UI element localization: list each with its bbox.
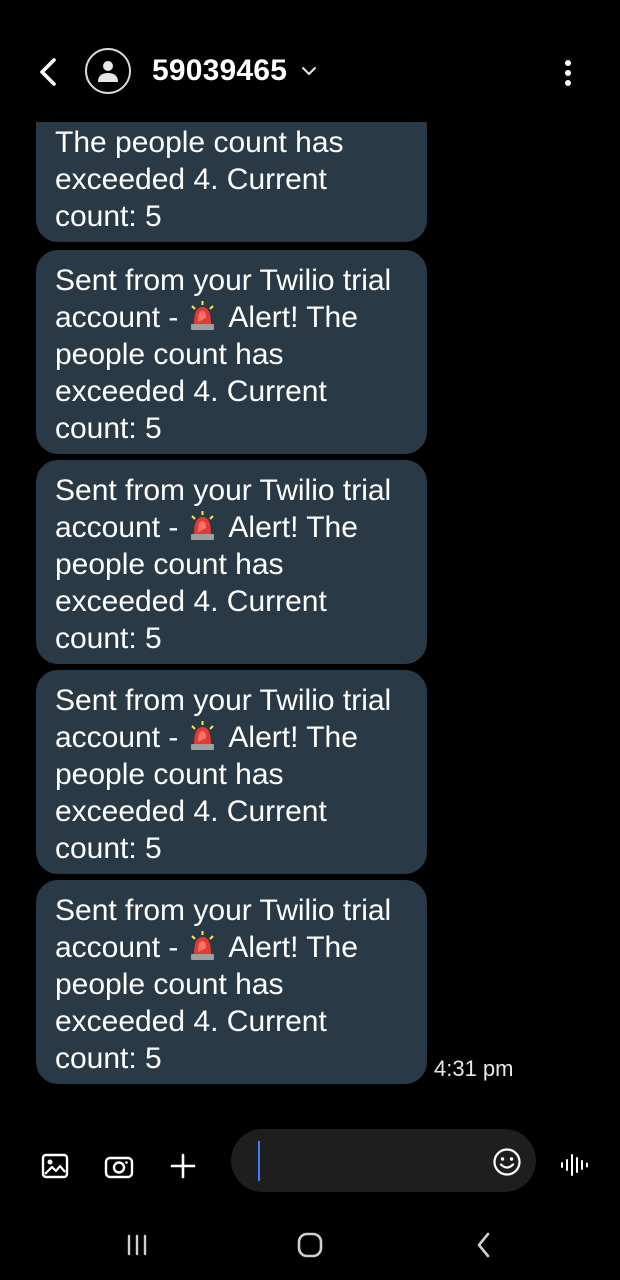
message-bubble[interactable]: Sent from your Twilio trial account - Al…: [36, 250, 427, 454]
message-list[interactable]: The people count has exceeded 4. Current…: [0, 122, 620, 1112]
text-cursor: [258, 1141, 260, 1181]
siren-emoji-icon: [187, 720, 218, 752]
home-icon: [297, 1232, 323, 1258]
emoji-icon: [493, 1148, 521, 1176]
voice-record-button[interactable]: [558, 1148, 592, 1182]
back-icon: [477, 1232, 490, 1258]
gallery-icon: [41, 1153, 69, 1179]
message-bubble[interactable]: Sent from your Twilio trial account - Al…: [36, 670, 427, 874]
camera-icon: [104, 1156, 134, 1179]
conversation-header: 59039465: [0, 0, 620, 122]
system-navigation-bar: [0, 1207, 620, 1280]
message-input[interactable]: [231, 1129, 536, 1192]
back-button[interactable]: [28, 52, 68, 92]
contact-name: 59039465: [152, 54, 288, 87]
camera-button[interactable]: [101, 1148, 137, 1184]
message-bubble[interactable]: Sent from your Twilio trial account - Al…: [36, 880, 427, 1084]
add-attachment-button[interactable]: [165, 1148, 201, 1184]
voice-icon: [561, 1154, 588, 1176]
home-button[interactable]: [290, 1225, 330, 1265]
more-vertical-icon: [565, 60, 571, 86]
message-text: The people count has exceeded 4. Current…: [55, 126, 344, 233]
composer-bar: [0, 1112, 620, 1207]
contact-title[interactable]: 59039465: [152, 54, 317, 88]
siren-emoji-icon: [187, 300, 218, 332]
gallery-button[interactable]: [37, 1148, 73, 1184]
message-bubble[interactable]: Sent from your Twilio trial account - Al…: [36, 460, 427, 664]
recent-apps-icon: [127, 1234, 147, 1256]
back-arrow-icon: [40, 58, 56, 86]
nav-back-button[interactable]: [464, 1225, 504, 1265]
siren-emoji-icon: [187, 930, 218, 962]
siren-emoji-icon: [187, 510, 218, 542]
plus-icon: [170, 1153, 196, 1179]
emoji-button[interactable]: [490, 1145, 524, 1179]
avatar[interactable]: [85, 48, 131, 94]
recent-apps-button[interactable]: [117, 1225, 157, 1265]
person-avatar-icon: [98, 61, 118, 82]
message-bubble[interactable]: The people count has exceeded 4. Current…: [36, 122, 427, 242]
message-timestamp: 4:31 pm: [434, 1056, 514, 1081]
more-options-button[interactable]: [552, 52, 584, 94]
chevron-down-icon: [301, 66, 317, 76]
